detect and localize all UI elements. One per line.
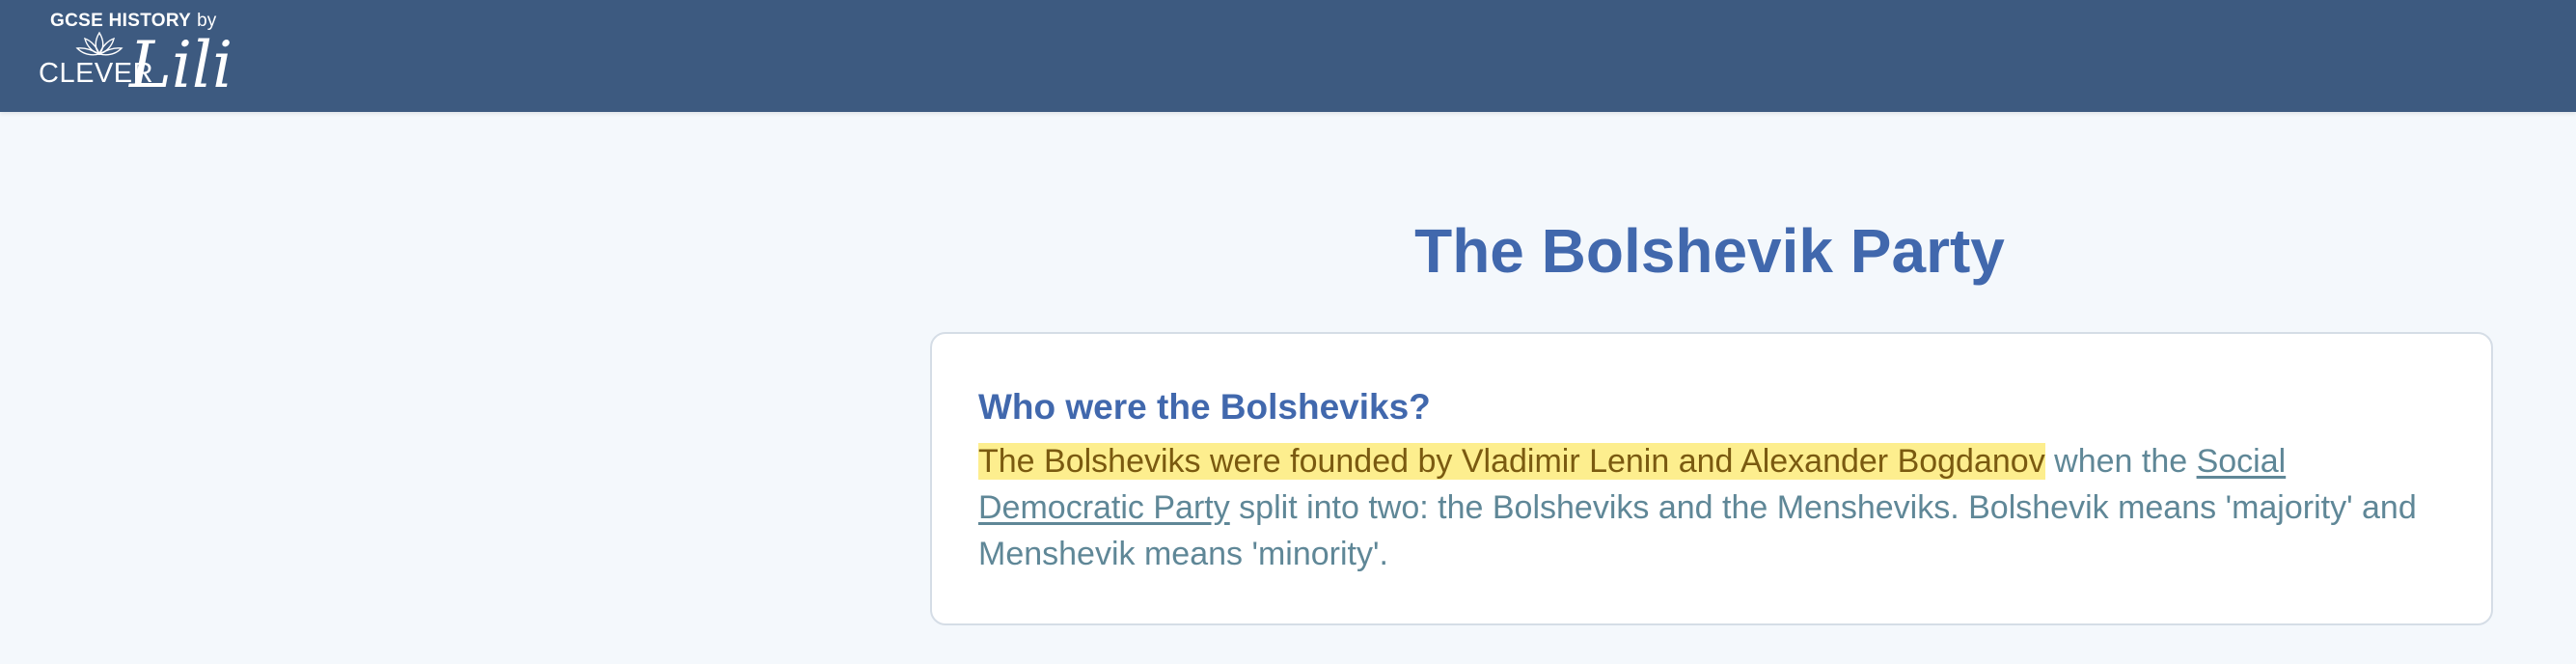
card-heading: Who were the Bolsheviks? (978, 387, 1431, 427)
top-header: GCSE HISTORY by CLEVER Lili (0, 0, 2576, 112)
highlighted-text: The Bolsheviks were founded by Vladimir … (978, 443, 2045, 480)
logo-lili-text: Lili (129, 28, 233, 102)
lotus-flower-icon (75, 31, 123, 56)
site-logo[interactable]: GCSE HISTORY by CLEVER Lili (39, 8, 233, 104)
page-title: The Bolshevik Party (1414, 216, 2005, 286)
body-text-before-link: when the (2044, 443, 2197, 480)
card-body-text: The Bolsheviks were founded by Vladimir … (978, 438, 2425, 577)
content-card: Who were the Bolsheviks? The Bolsheviks … (930, 332, 2493, 625)
